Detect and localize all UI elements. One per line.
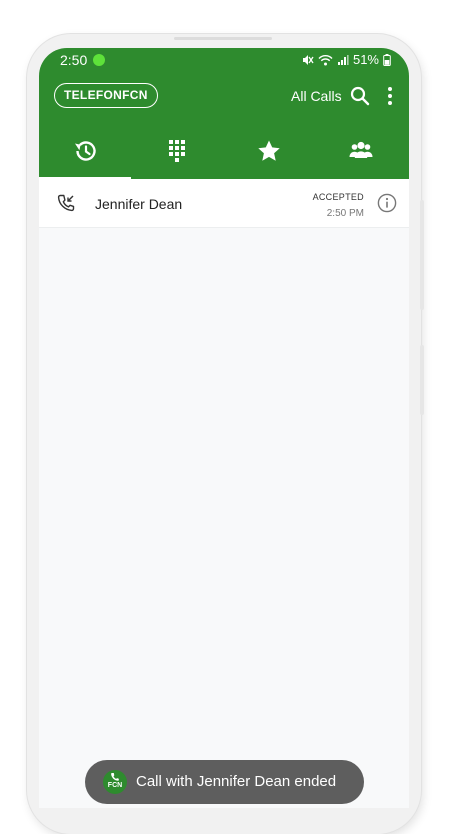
search-icon[interactable] [349,85,371,107]
tab-dialpad[interactable] [131,132,223,179]
mute-icon [302,54,314,65]
caller-name: Jennifer Dean [95,196,183,212]
incoming-call-icon [57,194,75,212]
dialpad-icon [169,140,185,162]
phone-speaker [174,37,272,40]
tab-recent-calls[interactable] [39,132,131,179]
phone-screen: 2:50 51% TELEFONFCN All Calls Jennifer D… [39,48,409,808]
battery-percentage: 51% [352,52,379,67]
call-timestamp: 2:50 PM [326,208,364,219]
app-bar: TELEFONFCN All Calls [39,82,409,112]
toast-notification: FCN Call with Jennifer Dean ended [85,760,364,804]
tab-bar [39,132,409,179]
notification-dot [93,54,105,66]
signal-icon [337,54,349,65]
call-filter-dropdown[interactable]: All Calls [291,88,342,104]
star-icon [258,140,280,161]
app-logo-icon: FCN [103,770,127,794]
contacts-icon [349,141,373,158]
history-icon [75,141,96,161]
status-bar: 2:50 51% [39,48,409,74]
status-time: 2:50 [60,52,88,68]
status-icons: 51% [302,52,391,67]
info-icon[interactable] [377,193,397,213]
phone-icon [111,773,119,781]
power-button [420,345,424,415]
brand-badge[interactable]: TELEFONFCN [54,83,158,108]
app-header: 2:50 51% TELEFONFCN All Calls [39,48,409,179]
tab-contacts[interactable] [315,132,407,179]
tab-favorites[interactable] [223,132,315,179]
toast-message: Call with Jennifer Dean ended [136,773,337,790]
call-log-row[interactable]: Jennifer Dean ACCEPTED 2:50 PM [39,179,409,228]
app-logo-text: FCN [107,782,123,789]
more-vert-icon[interactable] [383,85,397,107]
battery-icon [383,53,391,66]
call-status-label: ACCEPTED [312,192,364,202]
wifi-icon [318,54,333,65]
volume-button [420,200,424,310]
